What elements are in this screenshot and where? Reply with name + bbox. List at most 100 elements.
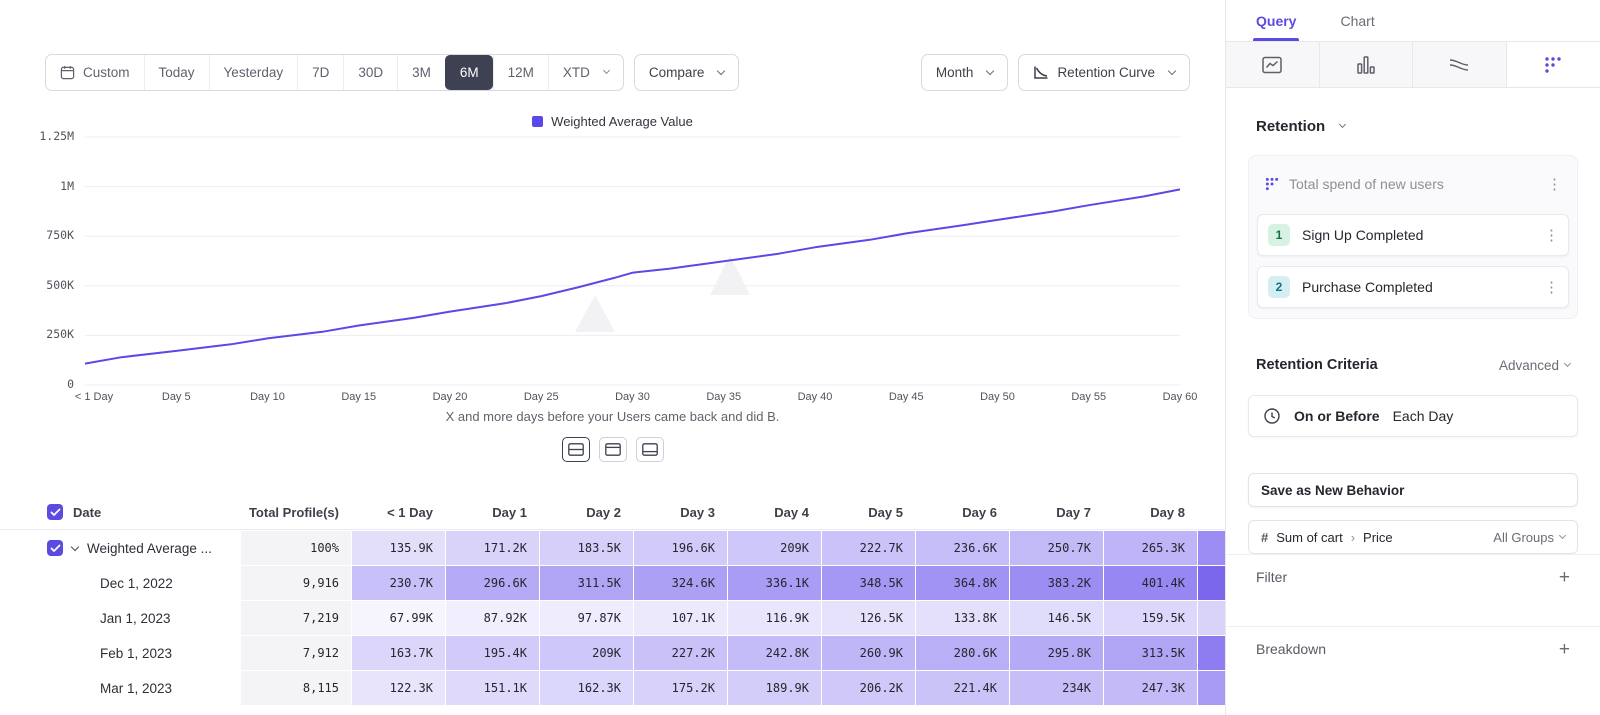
retention-value-cell[interactable]: 133.8K xyxy=(916,601,1009,635)
row-checkbox[interactable] xyxy=(47,540,63,556)
range-today-button[interactable]: Today xyxy=(144,55,209,90)
row-expand-chevron[interactable] xyxy=(71,542,79,550)
x-tick-label: Day 40 xyxy=(775,391,855,403)
retention-value-cell[interactable]: 159.5K xyxy=(1104,601,1197,635)
add-breakdown-icon[interactable]: + xyxy=(1559,641,1570,659)
step-purchase-completed[interactable]: 2 Purchase Completed ⋮ xyxy=(1257,266,1569,308)
range-30d-button[interactable]: 30D xyxy=(343,55,397,90)
retention-dots-icon xyxy=(1544,56,1562,74)
row-label-cell[interactable]: Jan 1, 2023 xyxy=(0,601,240,635)
retention-value-cell[interactable]: 122.3K xyxy=(352,671,445,705)
retention-value-cell[interactable]: 311.5K xyxy=(540,566,633,600)
granularity-label: Month xyxy=(936,65,974,80)
retention-value-cell[interactable]: 324.6K xyxy=(634,566,727,600)
select-all-checkbox[interactable] xyxy=(47,504,63,520)
total-profiles-cell: 7,219 xyxy=(241,601,351,635)
layout-header-row-button[interactable] xyxy=(599,437,627,462)
retention-value-cell[interactable]: 348.5K xyxy=(822,566,915,600)
breakdown-section[interactable]: Breakdown + xyxy=(1226,626,1600,698)
tab-chart[interactable]: Chart xyxy=(1340,0,1374,41)
retention-value-cell[interactable]: 336.1K xyxy=(728,566,821,600)
layout-split-rows-button[interactable] xyxy=(562,437,590,462)
measure-property-row[interactable]: # Sum of cart › Price All Groups xyxy=(1248,520,1578,554)
chart-type-button[interactable]: Retention Curve xyxy=(1018,54,1190,91)
retention-value-cell[interactable]: 250.7K xyxy=(1010,531,1103,565)
retention-value-cell[interactable]: 97.87K xyxy=(540,601,633,635)
day-column-header: < 1 Day xyxy=(352,495,445,529)
retention-value-cell[interactable]: 247.3K xyxy=(1104,671,1197,705)
retention-value-cell[interactable]: 401.4K xyxy=(1104,566,1197,600)
kebab-menu-icon[interactable]: ⋮ xyxy=(1544,278,1558,296)
retention-value-cell[interactable]: 67.99K xyxy=(352,601,445,635)
retention-value-cell[interactable]: 222.7K xyxy=(822,531,915,565)
row-label-cell[interactable]: Dec 1, 2022 xyxy=(0,566,240,600)
tab-query[interactable]: Query xyxy=(1256,0,1296,41)
row-label-cell[interactable]: Feb 1, 2023 xyxy=(0,636,240,670)
behavior-header[interactable]: Total spend of new users ⋮ xyxy=(1257,164,1569,204)
range-3m-button[interactable]: 3M xyxy=(397,55,445,90)
retention-value-cell[interactable]: 195.4K xyxy=(446,636,539,670)
all-groups-dropdown[interactable]: All Groups xyxy=(1493,530,1565,545)
compare-button[interactable]: Compare xyxy=(634,54,740,91)
retention-value-cell[interactable]: 234K xyxy=(1010,671,1103,705)
custom-range-button[interactable]: Custom xyxy=(46,55,144,90)
retention-criteria-row: Retention Criteria Advanced xyxy=(1256,357,1570,373)
kebab-menu-icon[interactable]: ⋮ xyxy=(1547,175,1561,193)
save-as-new-behavior-button[interactable]: Save as New Behavior xyxy=(1248,473,1578,507)
retention-value-cell[interactable]: 230.7K xyxy=(352,566,445,600)
range-xtd-button[interactable]: XTD xyxy=(548,55,623,90)
range-6m-button[interactable]: 6M xyxy=(445,55,493,90)
retention-value-cell[interactable]: 364.8K xyxy=(916,566,1009,600)
retention-value-cell[interactable]: 135.9K xyxy=(352,531,445,565)
chart-type-funnel-tab[interactable] xyxy=(1320,42,1414,87)
retention-value-cell[interactable]: 242.8K xyxy=(728,636,821,670)
retention-value-cell[interactable]: 296.6K xyxy=(446,566,539,600)
retention-value-cell[interactable]: 183.5K xyxy=(540,531,633,565)
layout-single-pane-button[interactable] xyxy=(636,437,664,462)
retention-value-cell[interactable]: 171.2K xyxy=(446,531,539,565)
granularity-button[interactable]: Month xyxy=(921,54,1009,91)
chart-type-retention-tab[interactable] xyxy=(1507,42,1600,87)
retention-section-dropdown[interactable]: Retention xyxy=(1256,118,1600,135)
retention-value-cell[interactable]: 280.6K xyxy=(916,636,1009,670)
retention-timing-card[interactable]: On or Before Each Day xyxy=(1248,395,1578,437)
retention-value-cell[interactable]: 209K xyxy=(540,636,633,670)
step-sign-up-completed[interactable]: 1 Sign Up Completed ⋮ xyxy=(1257,214,1569,256)
table-row: Jan 1, 20237,21967.99K87.92K97.87K107.1K… xyxy=(0,601,1225,635)
retention-value-cell[interactable]: 116.9K xyxy=(728,601,821,635)
retention-value-cell[interactable]: 146.5K xyxy=(1010,601,1103,635)
chart-legend[interactable]: Weighted Average Value xyxy=(0,114,1225,129)
filter-section[interactable]: Filter + xyxy=(1226,554,1600,626)
retention-value-cell[interactable]: 227.2K xyxy=(634,636,727,670)
retention-value-cell[interactable]: 206.2K xyxy=(822,671,915,705)
chart-type-flows-tab[interactable] xyxy=(1413,42,1507,87)
retention-value-cell[interactable]: 295.8K xyxy=(1010,636,1103,670)
retention-value-cell[interactable]: 260.9K xyxy=(822,636,915,670)
retention-value-cell[interactable]: 107.1K xyxy=(634,601,727,635)
retention-value-cell[interactable]: 151.1K xyxy=(446,671,539,705)
retention-value-cell[interactable]: 196.6K xyxy=(634,531,727,565)
retention-value-cell[interactable]: 162.3K xyxy=(540,671,633,705)
chart-type-insights-tab[interactable] xyxy=(1226,42,1320,87)
add-filter-icon[interactable]: + xyxy=(1559,569,1570,587)
chevron-down-icon xyxy=(1564,359,1571,366)
retention-value-cell[interactable]: 236.6K xyxy=(916,531,1009,565)
retention-value-cell[interactable]: 87.92K xyxy=(446,601,539,635)
row-label-cell[interactable]: Mar 1, 2023 xyxy=(0,671,240,705)
kebab-menu-icon[interactable]: ⋮ xyxy=(1544,226,1558,244)
retention-value-cell[interactable]: 175.2K xyxy=(634,671,727,705)
range-yesterday-button[interactable]: Yesterday xyxy=(209,55,298,90)
retention-value-cell[interactable]: 189.9K xyxy=(728,671,821,705)
row-label-cell[interactable]: Weighted Average ... xyxy=(0,531,240,565)
range-12m-button[interactable]: 12M xyxy=(493,55,548,90)
retention-value-cell[interactable]: 313.5K xyxy=(1104,636,1197,670)
retention-value-cell[interactable]: 163.7K xyxy=(352,636,445,670)
retention-value-cell[interactable]: 221.4K xyxy=(916,671,1009,705)
retention-criteria-heading: Retention Criteria xyxy=(1256,357,1378,373)
retention-value-cell[interactable]: 383.2K xyxy=(1010,566,1103,600)
advanced-dropdown[interactable]: Advanced xyxy=(1499,358,1570,373)
retention-value-cell[interactable]: 209K xyxy=(728,531,821,565)
range-7d-button[interactable]: 7D xyxy=(297,55,343,90)
retention-value-cell[interactable]: 126.5K xyxy=(822,601,915,635)
retention-value-cell[interactable]: 265.3K xyxy=(1104,531,1197,565)
